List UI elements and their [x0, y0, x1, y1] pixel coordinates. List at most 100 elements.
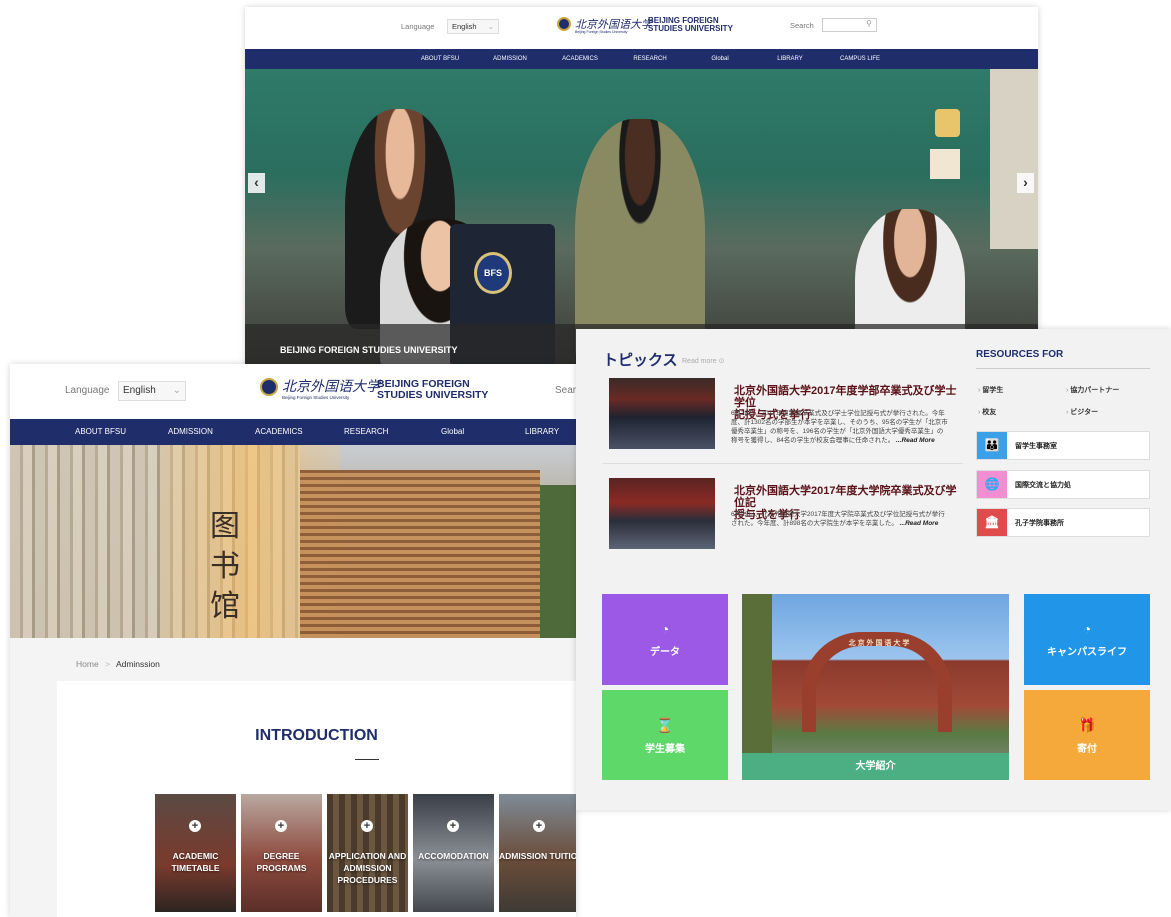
resource-button-label: 留学生事務室	[1015, 443, 1057, 450]
nav-item-campus-life[interactable]: CAMPUS LIFE	[825, 49, 895, 69]
program-label-line2: TIMETABLE	[171, 863, 220, 873]
program-tile-accomodation[interactable]: + ACCOMODATION	[413, 794, 494, 912]
news-body-1: 6月28日、2017年度学部卒業式及び学士学位記授与式が挙行された。今年 度、計…	[731, 409, 971, 445]
news-body-2: 6月29日、北京外国語大学2017年度大学院卒業式及び学位記授与式が挙行 された…	[731, 510, 971, 528]
resource-link-label: ビジター	[1070, 409, 1099, 416]
tile-campus-label: キャンパスライフ	[1047, 647, 1127, 658]
introduction-title: INTRODUCTION	[255, 727, 378, 744]
search-label: Searc	[555, 385, 576, 396]
library-facade-right	[300, 470, 540, 638]
nav-item-admission[interactable]: ADMISSION	[475, 49, 545, 69]
program-label-line1: DEGREE PROGRAMS	[256, 851, 307, 873]
slider-prev-arrow-icon[interactable]: ‹	[248, 173, 265, 193]
nav-item-global[interactable]: Global	[441, 419, 464, 445]
news-title-2-line1: 北京外国語大学2017年度大学院卒業式及び学位記	[734, 485, 957, 509]
news-body-1-line4: 称号を獲得し、84名の学生が校友会理事に任命された。	[731, 437, 895, 444]
program-tile-academic-timetable[interactable]: + ACADEMIC TIMETABLE	[155, 794, 236, 912]
tile-donate-label: 寄付	[1077, 744, 1097, 755]
logo-english-line2: STUDIES UNIVERSITY	[648, 24, 733, 34]
institution-icon: 🏛	[977, 509, 1007, 536]
resource-link-label: 留学生	[982, 387, 1004, 394]
program-label: ACCOMODATION	[413, 850, 494, 862]
resource-button-international-exchange[interactable]: 🌐 国際交流と協力処	[976, 470, 1150, 499]
program-label-line1: ACCOMODATION	[418, 851, 489, 861]
plus-icon: +	[189, 820, 201, 832]
search-label: Search	[790, 21, 814, 30]
chevron-down-icon: ⌄	[487, 22, 494, 31]
nav-item-about[interactable]: ABOUT BFSU	[75, 419, 126, 445]
nav-item-library[interactable]: LIBRARY	[755, 49, 825, 69]
news-body-1-line3: 優秀卒業生」の称号を、196名の学生が「北京外国語大学優秀卒業生」の	[731, 428, 944, 435]
plus-icon: +	[275, 820, 287, 832]
program-tile-admission-tuition[interactable]: + ADMISSION TUITION	[499, 794, 576, 912]
resource-link-international-students[interactable]: › 留学生	[978, 385, 1003, 395]
plus-icon: +	[533, 820, 545, 832]
resource-button-student-office[interactable]: 👪 留学生事務室	[976, 431, 1150, 460]
language-value: English	[452, 22, 477, 31]
nav-item-academics[interactable]: ACADEMICS	[545, 49, 615, 69]
resource-link-partners[interactable]: › 協力パートナー	[1066, 385, 1119, 395]
nav-item-library[interactable]: LIBRARY	[525, 419, 559, 445]
university-logo-icon	[557, 17, 571, 31]
program-label-line1: ADMISSION TUITION	[499, 851, 576, 861]
logo-subtitle: Beijing Foreign Studies University	[575, 30, 628, 34]
tile-campus-life[interactable]: ◔ キャンパスライフ	[1024, 594, 1150, 685]
search-input[interactable]: ⚲	[822, 18, 877, 32]
chevron-right-icon: ›	[1066, 409, 1069, 416]
tile-recruit-label: 学生募集	[645, 744, 685, 755]
resource-link-visitors[interactable]: › ビジター	[1066, 407, 1098, 417]
hero-caption: BEIJING FOREIGN STUDIES UNIVERSITY	[280, 345, 458, 355]
homepage-nav: ABOUT BFSU ADMISSION ACADEMICS RESEARCH …	[245, 49, 1038, 69]
library-char-1: 图	[210, 509, 240, 544]
library-char-2: 书	[210, 549, 240, 584]
slider-next-arrow-icon[interactable]: ›	[1017, 173, 1034, 193]
arrow-circle-icon: ⊙	[718, 358, 725, 365]
news-body-1-line1: 6月28日、2017年度学部卒業式及び学士学位記授与式が挙行された。今年	[731, 410, 945, 417]
read-more-link[interactable]: Read more ⊙	[682, 357, 724, 365]
hero-slider[interactable]: BFS ‹ › BEIJING FOREIGN STUDIES UNIVERSI…	[245, 69, 1038, 367]
admission-screenshot-card: Language English ⌄ 北京外国语大学 Beijing Foreig…	[10, 364, 576, 917]
hero-wall-decoration	[935, 109, 960, 137]
nav-item-admission[interactable]: ADMISSION	[168, 419, 213, 445]
resource-button-confucius-institute[interactable]: 🏛 孔子学院事務所	[976, 508, 1150, 537]
nav-item-research[interactable]: RESEARCH	[615, 49, 685, 69]
tile-about-label: 大学紹介	[855, 761, 896, 772]
program-label-line1: ACADEMIC	[172, 851, 219, 861]
chevron-down-icon: ⌄	[172, 385, 181, 396]
news-thumbnail-1[interactable]	[609, 378, 715, 449]
program-tile-application-admission[interactable]: + APPLICATION AND ADMISSION PROCEDURES	[327, 794, 408, 912]
resources-title: RESOURCES FOR	[976, 349, 1064, 360]
logo-subtitle: Beijing Foreign Studies University	[282, 395, 350, 400]
library-char-3: 馆	[210, 589, 240, 624]
language-select[interactable]: English ⌄	[447, 19, 499, 34]
news-read-more-1[interactable]: ...Read More	[896, 437, 935, 444]
news-read-more-2[interactable]: ...Read More	[900, 520, 939, 527]
nav-item-academics[interactable]: ACADEMICS	[255, 419, 303, 445]
tile-donation[interactable]: 🎁 寄付	[1024, 690, 1150, 780]
breadcrumb-separator: >	[105, 659, 111, 669]
chevron-right-icon: ›	[978, 409, 981, 416]
language-select[interactable]: English ⌄	[118, 381, 186, 401]
read-more-label: Read more	[682, 358, 717, 365]
resource-link-alumni[interactable]: › 校友	[978, 407, 996, 417]
resources-divider	[976, 368, 1150, 369]
breadcrumb-current: Adminssion	[115, 659, 160, 669]
nav-item-research[interactable]: RESEARCH	[344, 419, 388, 445]
resource-button-label: 国際交流と協力処	[1015, 482, 1071, 489]
news-thumbnail-2[interactable]	[609, 478, 715, 549]
program-label: ADMISSION TUITION	[499, 850, 576, 862]
logo-chinese-name: 北京外国语大学	[282, 379, 380, 395]
tile-student-recruitment[interactable]: ⌛ 学生募集	[602, 690, 728, 780]
program-tile-degree-programs[interactable]: + DEGREE PROGRAMS	[241, 794, 322, 912]
search-icon[interactable]: ⚲	[866, 19, 872, 28]
tile-about-university[interactable]: 北 京 外 国 语 大 学 大学紹介	[742, 594, 1009, 780]
nav-item-about[interactable]: ABOUT BFSU	[405, 49, 475, 69]
breadcrumb-home[interactable]: Home	[76, 659, 99, 669]
resource-button-label: 孔子学院事務所	[1015, 520, 1064, 527]
tile-data[interactable]: ◔ データ	[602, 594, 728, 685]
hero-wall-poster	[930, 149, 960, 179]
breadcrumb: Home > Adminssion	[76, 659, 160, 669]
library-tree	[540, 485, 576, 638]
resource-link-label: 協力パートナー	[1070, 387, 1120, 394]
nav-item-global[interactable]: Global	[685, 49, 755, 69]
